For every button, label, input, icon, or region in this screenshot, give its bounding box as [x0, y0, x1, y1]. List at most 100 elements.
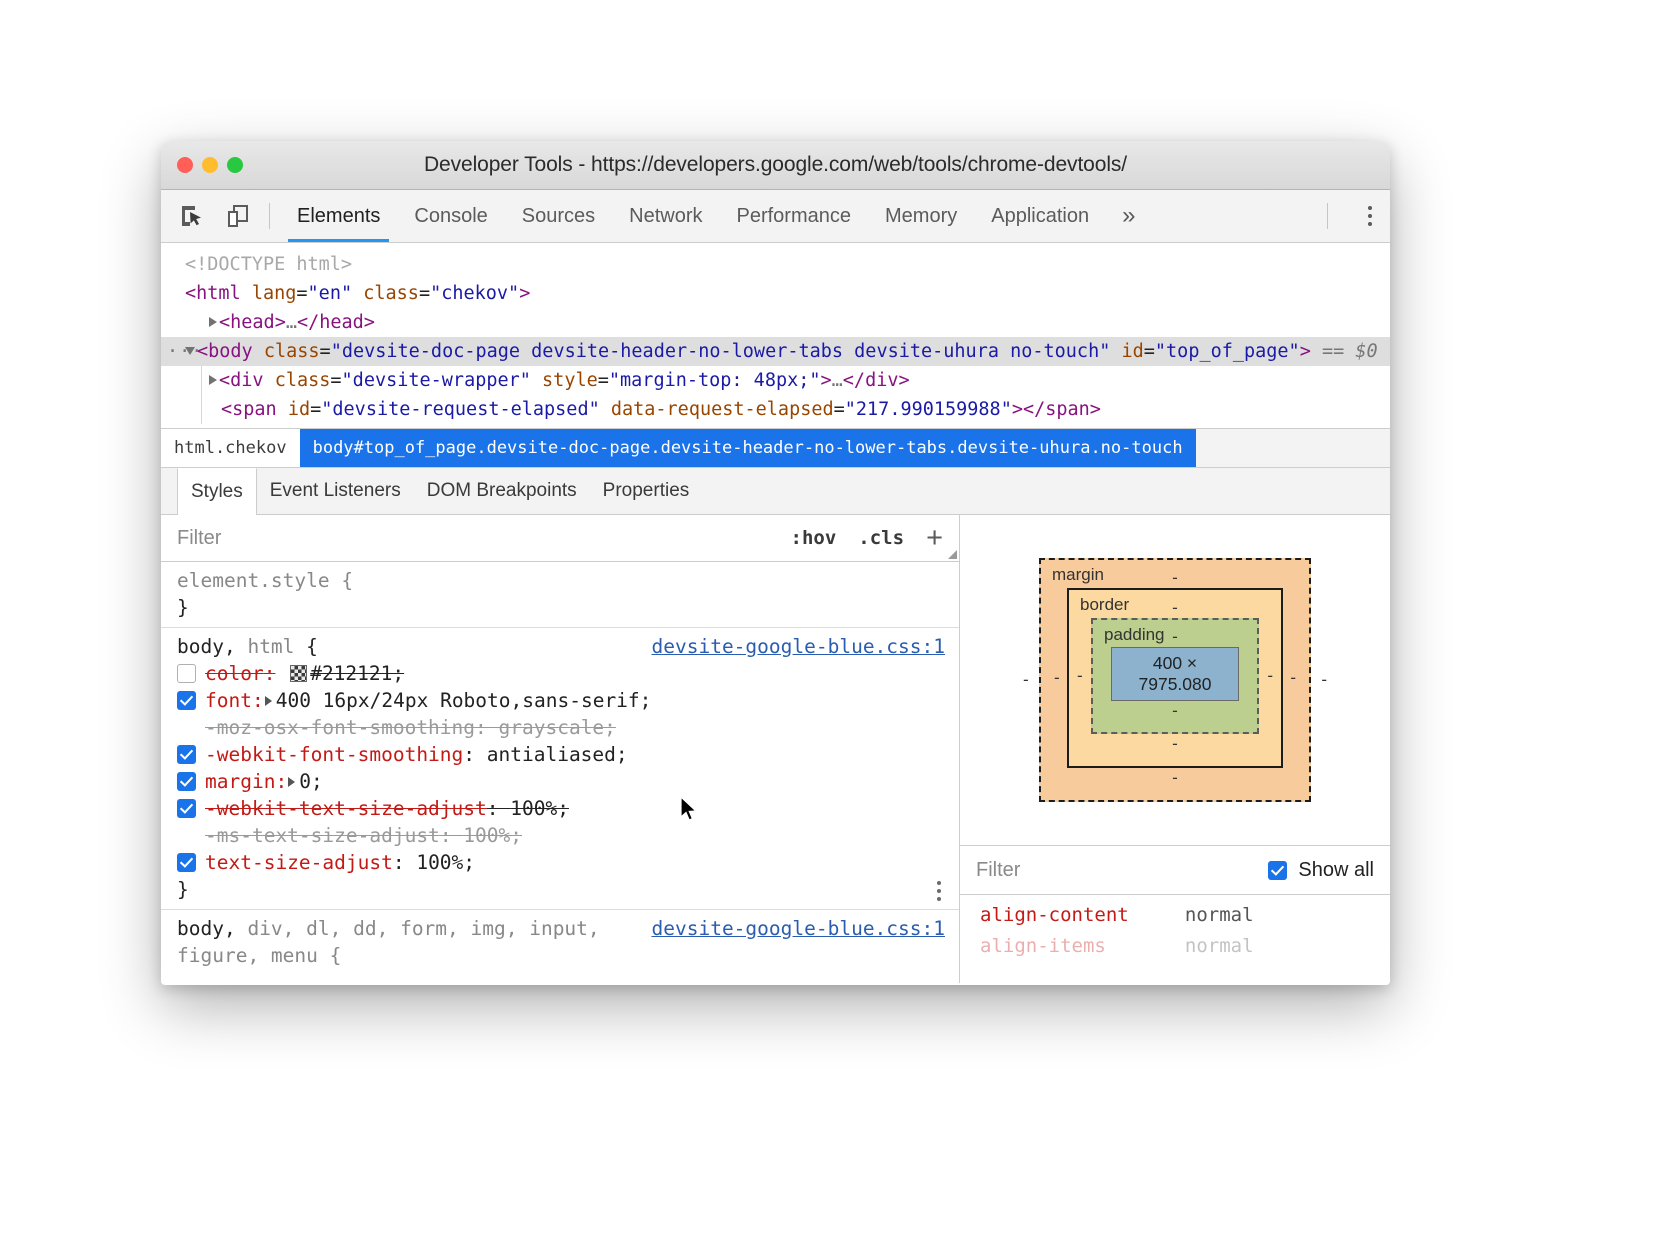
window-controls[interactable]: [177, 157, 243, 173]
padding-right-value[interactable]: -: [1267, 666, 1273, 686]
box-model-padding[interactable]: padding - 400 × 7975.080 - - -: [1091, 618, 1259, 734]
declaration-value: grayscale;: [499, 716, 616, 739]
rule-kebab-menu-icon[interactable]: [937, 881, 941, 901]
inspect-element-icon[interactable]: [175, 199, 209, 233]
declaration-property: -webkit-font-smoothing: [205, 743, 463, 766]
expand-triangle-icon[interactable]: [265, 696, 272, 706]
close-button[interactable]: [177, 157, 193, 173]
tab-styles[interactable]: Styles: [177, 468, 257, 515]
zoom-button[interactable]: [227, 157, 243, 173]
styles-filter-input[interactable]: Filter: [177, 527, 791, 550]
rule-selector-row[interactable]: body, html { devsite-google-blue.css:1: [161, 633, 959, 660]
tab-memory[interactable]: Memory: [868, 190, 974, 242]
box-model-margin[interactable]: margin - border - padding - 400 × 7975.0…: [1039, 558, 1311, 802]
box-model-margin-label: margin: [1052, 565, 1104, 585]
dom-line-div[interactable]: <div class="devsite-wrapper" style="marg…: [161, 366, 1390, 395]
tree-guide-line: [201, 395, 202, 424]
device-toolbar-icon[interactable]: [221, 199, 255, 233]
dom-line-span[interactable]: <span id="devsite-request-elapsed" data-…: [161, 395, 1390, 424]
padding-bottom-value[interactable]: -: [1111, 701, 1239, 723]
expand-triangle-icon[interactable]: [288, 777, 295, 787]
declaration-color[interactable]: color: #212121;: [161, 660, 959, 687]
declaration-checkbox[interactable]: [177, 799, 196, 818]
declaration-property: color: [205, 662, 264, 685]
computed-property-row[interactable]: align-items normal: [960, 931, 1390, 962]
margin-left-value[interactable]: -: [1023, 670, 1029, 690]
declaration-margin[interactable]: margin:0;: [161, 768, 959, 795]
box-model-border-label: border: [1080, 595, 1129, 615]
declaration-checkbox-placeholder: [177, 718, 196, 737]
tab-dom-breakpoints[interactable]: DOM Breakpoints: [414, 468, 590, 514]
show-all-toggle[interactable]: Show all: [1268, 859, 1374, 882]
breadcrumb-item-body[interactable]: body#top_of_page.devsite-doc-page.devsit…: [300, 429, 1196, 467]
dom-line-head[interactable]: <head>…</head>: [161, 308, 1390, 337]
toolbar-divider: [269, 203, 270, 229]
declaration-webkit-text-size-adjust[interactable]: -webkit-text-size-adjust: 100%;: [161, 795, 959, 822]
margin-right-value[interactable]: -: [1321, 670, 1327, 690]
hov-button[interactable]: :hov: [791, 527, 837, 549]
padding-left-value[interactable]: -: [1077, 666, 1083, 686]
margin-bottom-value[interactable]: -: [1067, 768, 1283, 790]
declaration-checkbox[interactable]: [177, 745, 196, 764]
border-bottom-value[interactable]: -: [1091, 734, 1259, 756]
tab-sources[interactable]: Sources: [505, 190, 612, 242]
border-left-value[interactable]: -: [1054, 668, 1060, 688]
show-all-checkbox[interactable]: [1268, 861, 1287, 880]
rule-stylesheet-origin[interactable]: devsite-google-blue.css:1: [652, 633, 946, 660]
breadcrumb-item-html[interactable]: html.chekov: [161, 429, 300, 467]
kebab-menu-icon[interactable]: [1368, 206, 1372, 226]
declaration-webkit-font-smoothing[interactable]: -webkit-font-smoothing: antialiased;: [161, 741, 959, 768]
computed-properties-list: align-content normal align-items normal: [960, 895, 1390, 962]
declaration-ms-text-size-adjust[interactable]: -ms-text-size-adjust: 100%;: [161, 822, 959, 849]
show-all-label: Show all: [1298, 859, 1374, 882]
dom-line-doctype[interactable]: <!DOCTYPE html>: [161, 250, 1390, 279]
rule-selector-row[interactable]: element.style {: [161, 567, 959, 594]
tab-properties[interactable]: Properties: [590, 468, 703, 514]
declaration-checkbox[interactable]: [177, 772, 196, 791]
declaration-property: -moz-osx-font-smoothing: [205, 716, 475, 739]
window-title-bar: Developer Tools - https://developers.goo…: [161, 141, 1390, 190]
rule-selector: body,: [177, 915, 236, 942]
declaration-value: 0;: [299, 770, 322, 793]
cls-button[interactable]: .cls: [858, 527, 904, 549]
tab-network[interactable]: Network: [612, 190, 719, 242]
declaration-font[interactable]: font:400 16px/24px Roboto,sans-serif;: [161, 687, 959, 714]
declaration-checkbox[interactable]: [177, 853, 196, 872]
color-swatch-icon[interactable]: [290, 665, 307, 682]
rule-selector-inactive: html: [247, 633, 294, 660]
rule-selector-row[interactable]: body, div, dl, dd, form, img, input, dev…: [161, 915, 959, 942]
toolbar-icons: [175, 199, 255, 233]
minimize-button[interactable]: [202, 157, 218, 173]
new-style-rule-button[interactable]: +: [926, 524, 949, 553]
tab-event-listeners[interactable]: Event Listeners: [257, 468, 414, 514]
styles-state-toggles: :hov .cls: [791, 527, 905, 549]
computed-property-row[interactable]: align-content normal: [960, 900, 1390, 931]
dom-overflow-dots[interactable]: ···: [167, 337, 203, 366]
box-model-padding-label: padding: [1104, 625, 1165, 645]
expand-triangle-icon[interactable]: [209, 317, 217, 327]
more-tabs-icon[interactable]: »: [1106, 190, 1151, 242]
declaration-checkbox[interactable]: [177, 691, 196, 710]
expand-triangle-icon[interactable]: [209, 375, 217, 385]
border-right-value[interactable]: -: [1290, 668, 1296, 688]
computed-filter-input[interactable]: Filter: [976, 859, 1268, 882]
dom-line-html[interactable]: <html lang="en" class="chekov">: [161, 279, 1390, 308]
tab-performance[interactable]: Performance: [720, 190, 869, 242]
rule-selector-row-2[interactable]: figure, menu {: [161, 942, 959, 969]
tab-application[interactable]: Application: [974, 190, 1106, 242]
resize-handle[interactable]: [948, 550, 957, 559]
dom-line-body[interactable]: ··· <body class="devsite-doc-page devsit…: [161, 337, 1390, 366]
tab-console[interactable]: Console: [397, 190, 504, 242]
tab-elements[interactable]: Elements: [280, 190, 397, 242]
styles-split: Filter :hov .cls + element.style {: [161, 515, 1390, 983]
screenshot-root: Developer Tools - https://developers.goo…: [0, 0, 1655, 1257]
rule-selector: element.style: [177, 567, 330, 594]
declaration-value: #212121;: [310, 662, 404, 685]
box-model-content-size[interactable]: 400 × 7975.080: [1111, 647, 1239, 701]
declaration-moz-osx-font-smoothing[interactable]: -moz-osx-font-smoothing: grayscale;: [161, 714, 959, 741]
declaration-checkbox[interactable]: [177, 664, 196, 683]
box-model-border[interactable]: border - padding - 400 × 7975.080 - - -: [1067, 588, 1283, 768]
rule-stylesheet-origin[interactable]: devsite-google-blue.css:1: [652, 915, 946, 942]
declaration-text-size-adjust[interactable]: text-size-adjust: 100%;: [161, 849, 959, 876]
toolbar-divider-right: [1327, 203, 1328, 229]
